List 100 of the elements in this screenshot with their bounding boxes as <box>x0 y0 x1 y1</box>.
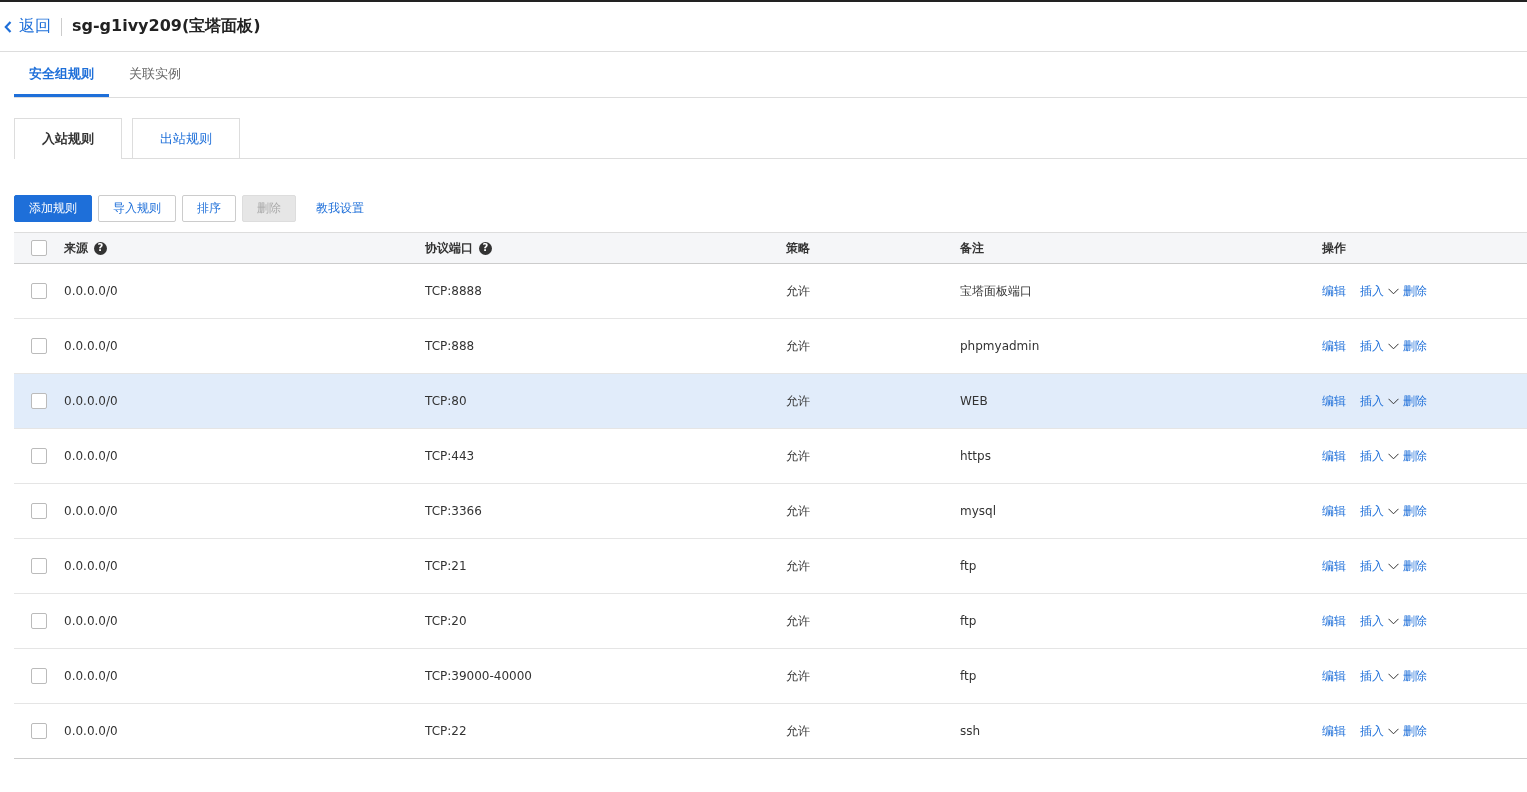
caret-icon <box>1388 617 1399 625</box>
toolbar-button[interactable]: 添加规则 <box>14 195 92 222</box>
delete-link[interactable]: 删除 <box>1403 612 1427 630</box>
caret-icon <box>1388 562 1399 570</box>
table-row[interactable]: 0.0.0.0/0 TCP:80 允许 WEB 编辑 插入 删除 <box>14 374 1527 429</box>
edit-link[interactable]: 编辑 <box>1322 612 1346 630</box>
checkbox[interactable] <box>31 240 47 256</box>
table-row[interactable]: 0.0.0.0/0 TCP:21 允许 ftp 编辑 插入 删除 <box>14 539 1527 594</box>
delete-link[interactable]: 删除 <box>1403 722 1427 740</box>
edit-link[interactable]: 编辑 <box>1322 722 1346 740</box>
chevron-left-icon <box>4 20 12 33</box>
table-cell: TCP:3366 <box>425 504 482 518</box>
checkbox[interactable] <box>31 723 47 739</box>
delete-link[interactable]: 删除 <box>1403 557 1427 575</box>
edit-link[interactable]: 编辑 <box>1322 502 1346 520</box>
table-cell: 允许 <box>786 282 810 300</box>
table-cell: WEB <box>960 394 988 408</box>
delete-link[interactable]: 删除 <box>1403 282 1427 300</box>
delete-link[interactable]: 删除 <box>1403 447 1427 465</box>
column-header: 来源 <box>64 239 88 257</box>
edit-link[interactable]: 编辑 <box>1322 557 1346 575</box>
edit-link[interactable]: 编辑 <box>1322 337 1346 355</box>
insert-dropdown[interactable]: 插入 <box>1360 557 1399 575</box>
table-cell: 0.0.0.0/0 <box>64 284 118 298</box>
table-cell: TCP:888 <box>425 339 475 353</box>
table-row[interactable]: 0.0.0.0/0 TCP:39000-40000 允许 ftp 编辑 插入 删除 <box>14 649 1527 704</box>
column-header: 操作 <box>1322 239 1346 257</box>
insert-dropdown[interactable]: 插入 <box>1360 337 1399 355</box>
table-row[interactable]: 0.0.0.0/0 TCP:443 允许 https 编辑 插入 删除 <box>14 429 1527 484</box>
delete-link[interactable]: 删除 <box>1403 502 1427 520</box>
toolbar-button[interactable]: 排序 <box>182 195 236 222</box>
insert-dropdown[interactable]: 插入 <box>1360 667 1399 685</box>
caret-icon <box>1388 507 1399 515</box>
tab[interactable]: 出站规则 <box>132 118 240 158</box>
table-cell: phpmyadmin <box>960 339 1040 353</box>
table-cell: TCP:22 <box>425 724 467 738</box>
table-cell: 0.0.0.0/0 <box>64 339 118 353</box>
table-cell: TCP:20 <box>425 614 467 628</box>
toolbar-button[interactable]: 导入规则 <box>98 195 176 222</box>
column-header: 协议端口 <box>425 239 473 257</box>
column-header: 策略 <box>786 239 810 257</box>
edit-link[interactable]: 编辑 <box>1322 282 1346 300</box>
help-icon[interactable]: ? <box>94 241 107 255</box>
table-cell: 0.0.0.0/0 <box>64 559 118 573</box>
caret-icon <box>1388 397 1399 405</box>
insert-dropdown[interactable]: 插入 <box>1360 612 1399 630</box>
help-link[interactable]: 教我设置 <box>302 200 378 217</box>
table-cell: mysql <box>960 504 996 518</box>
checkbox[interactable] <box>31 283 47 299</box>
page-title: sg-g1ivy209(宝塔面板) <box>72 16 261 37</box>
insert-dropdown[interactable]: 插入 <box>1360 722 1399 740</box>
checkbox[interactable] <box>31 338 47 354</box>
column-header: 备注 <box>960 239 984 257</box>
caret-icon <box>1388 727 1399 735</box>
caret-icon <box>1388 452 1399 460</box>
delete-link[interactable]: 删除 <box>1403 392 1427 410</box>
table-cell: 允许 <box>786 612 810 630</box>
table-row[interactable]: 0.0.0.0/0 TCP:20 允许 ftp 编辑 插入 删除 <box>14 594 1527 649</box>
edit-link[interactable]: 编辑 <box>1322 392 1346 410</box>
table-cell: TCP:8888 <box>425 284 482 298</box>
edit-link[interactable]: 编辑 <box>1322 447 1346 465</box>
table-cell: 0.0.0.0/0 <box>64 504 118 518</box>
insert-dropdown[interactable]: 插入 <box>1360 502 1399 520</box>
table-cell: 0.0.0.0/0 <box>64 614 118 628</box>
checkbox[interactable] <box>31 558 47 574</box>
insert-dropdown[interactable]: 插入 <box>1360 392 1399 410</box>
checkbox[interactable] <box>31 668 47 684</box>
help-icon[interactable]: ? <box>479 241 492 255</box>
tab[interactable]: 关联实例 <box>114 53 196 97</box>
table-cell: TCP:21 <box>425 559 467 573</box>
checkbox[interactable] <box>31 393 47 409</box>
tab[interactable]: 安全组规则 <box>14 53 109 97</box>
checkbox[interactable] <box>31 613 47 629</box>
table-cell: 0.0.0.0/0 <box>64 449 118 463</box>
delete-link[interactable]: 删除 <box>1403 337 1427 355</box>
table-cell: 允许 <box>786 667 810 685</box>
table-cell: 0.0.0.0/0 <box>64 669 118 683</box>
table-cell: 0.0.0.0/0 <box>64 724 118 738</box>
insert-dropdown[interactable]: 插入 <box>1360 447 1399 465</box>
table-cell: TCP:80 <box>425 394 467 408</box>
table-row[interactable]: 0.0.0.0/0 TCP:22 允许 ssh 编辑 插入 删除 <box>14 704 1527 758</box>
checkbox[interactable] <box>31 448 47 464</box>
table-cell: 允许 <box>786 392 810 410</box>
table-row[interactable]: 0.0.0.0/0 TCP:8888 允许 宝塔面板端口 编辑 插入 删除 <box>14 264 1527 319</box>
table-cell: 0.0.0.0/0 <box>64 394 118 408</box>
tab[interactable]: 入站规则 <box>14 118 122 159</box>
table-row[interactable]: 0.0.0.0/0 TCP:3366 允许 mysql 编辑 插入 删除 <box>14 484 1527 539</box>
table-cell: ftp <box>960 614 977 628</box>
back-link[interactable]: 返回 <box>4 16 51 37</box>
edit-link[interactable]: 编辑 <box>1322 667 1346 685</box>
table-cell: 宝塔面板端口 <box>960 282 1032 300</box>
table-cell: ssh <box>960 724 981 738</box>
table-cell: 允许 <box>786 722 810 740</box>
caret-icon <box>1388 672 1399 680</box>
table-cell: 允许 <box>786 337 810 355</box>
checkbox[interactable] <box>31 503 47 519</box>
delete-link[interactable]: 删除 <box>1403 667 1427 685</box>
table-cell: ftp <box>960 559 977 573</box>
insert-dropdown[interactable]: 插入 <box>1360 282 1399 300</box>
table-cell: 允许 <box>786 502 810 520</box>
